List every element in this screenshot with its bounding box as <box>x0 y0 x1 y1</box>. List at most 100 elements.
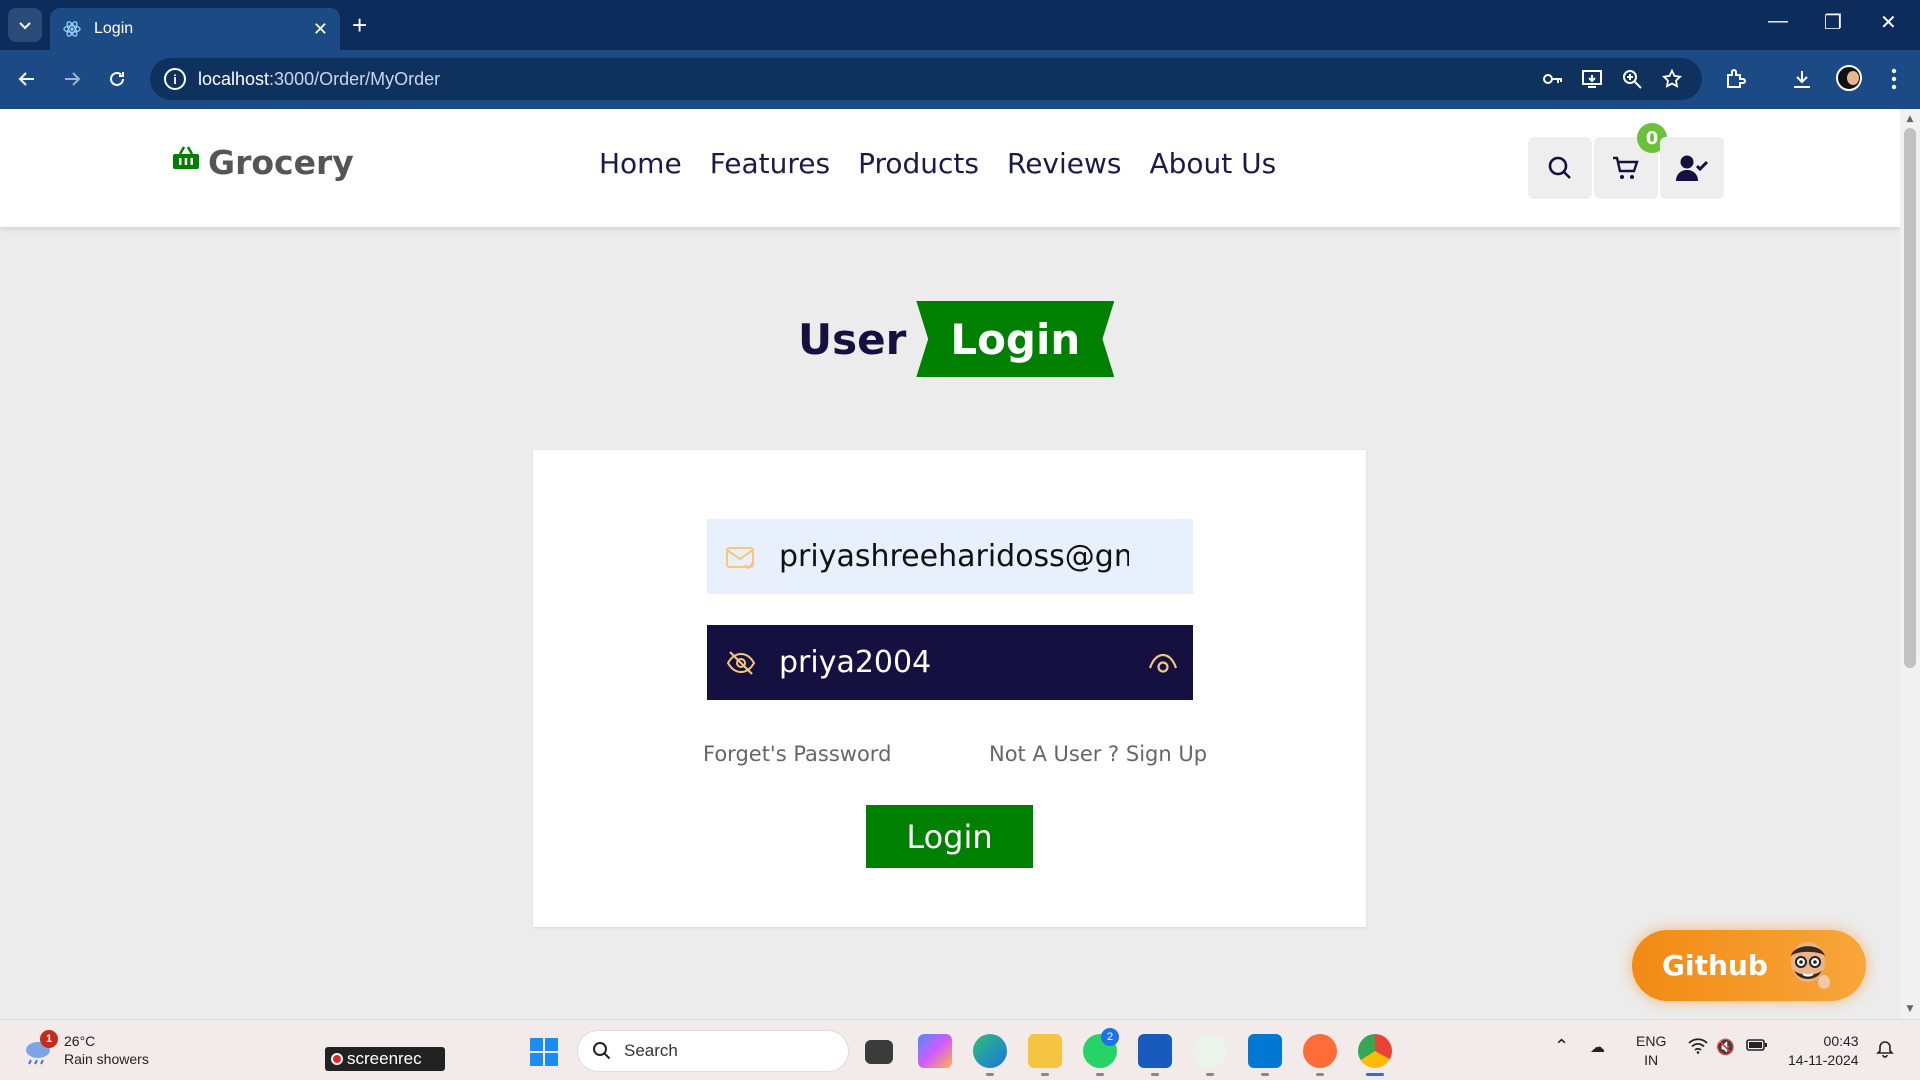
password-field[interactable]: priya2004 <box>707 625 1193 700</box>
tab-close-icon[interactable]: ✕ <box>313 19 328 40</box>
signup-link[interactable]: Not A User ? Sign Up <box>989 742 1207 766</box>
nav-about-us[interactable]: About Us <box>1150 147 1277 180</box>
onedrive-icon[interactable]: ☁ <box>1590 1038 1605 1056</box>
taskbar-running-indicator <box>1041 1073 1049 1076</box>
speaker-muted-icon[interactable]: 🔇 <box>1716 1038 1735 1056</box>
weather-widget[interactable]: 1 26°C Rain showers <box>22 1030 149 1068</box>
nav-products[interactable]: Products <box>858 147 979 180</box>
chrome-icon[interactable] <box>1358 1034 1392 1068</box>
heading-user: User <box>798 314 907 364</box>
install-app-icon[interactable] <box>1578 65 1606 93</box>
task-view-icon[interactable] <box>865 1040 893 1064</box>
battery-icon[interactable] <box>1746 1038 1768 1056</box>
minimize-icon[interactable]: — <box>1768 10 1788 33</box>
taskbar-running-indicator <box>1206 1073 1214 1076</box>
cart-icon <box>1613 156 1639 179</box>
vscode-icon[interactable] <box>1248 1034 1282 1068</box>
user-account-button[interactable] <box>1660 137 1724 199</box>
site-logo[interactable]: Grocery <box>172 143 354 182</box>
menu-dots-icon[interactable] <box>1880 65 1908 93</box>
arrow-left-icon <box>18 72 34 86</box>
file-explorer-icon[interactable] <box>1028 1034 1062 1068</box>
reload-icon <box>110 71 124 86</box>
taskbar-search-placeholder: Search <box>624 1041 678 1060</box>
search-icon <box>1548 156 1571 179</box>
logo-text: Grocery <box>208 143 354 182</box>
extensions-icon[interactable] <box>1722 65 1750 93</box>
bookmark-star-icon[interactable] <box>1658 65 1686 93</box>
language-indicator[interactable]: ENG IN <box>1636 1032 1666 1070</box>
nav-features[interactable]: Features <box>710 147 830 180</box>
address-bar[interactable]: i localhost:3000/Order/MyOrder <box>150 58 1702 100</box>
forward-button[interactable] <box>57 64 87 94</box>
windows-start-icon[interactable] <box>530 1038 558 1066</box>
login-button[interactable]: Login <box>866 805 1033 868</box>
password-key-icon[interactable] <box>1538 65 1566 93</box>
login-card: priyashreeharidoss@gmail.com priya2004 F… <box>533 450 1366 927</box>
nav-reviews[interactable]: Reviews <box>1007 147 1122 180</box>
heading-login-ribbon: Login <box>916 301 1115 377</box>
profile-avatar[interactable] <box>1836 65 1862 91</box>
clock-time: 00:43 <box>1823 1033 1859 1049</box>
record-dot-icon <box>331 1053 343 1065</box>
windows-taskbar: 1 26°C Rain showers screenrec Search 2 ⌃… <box>0 1019 1920 1080</box>
system-clock[interactable]: 00:43 14-11-2024 <box>1788 1032 1859 1070</box>
taskbar-running-indicator <box>1316 1073 1324 1076</box>
postman-icon[interactable] <box>1303 1034 1337 1068</box>
nav-home[interactable]: Home <box>599 147 682 180</box>
whatsapp-badge: 2 <box>1101 1028 1119 1046</box>
taskbar-running-indicator <box>1151 1073 1159 1076</box>
close-icon[interactable]: ✕ <box>1880 10 1897 35</box>
downloads-icon[interactable] <box>1788 65 1816 93</box>
show-hidden-icons-chevron-icon[interactable]: ⌃ <box>1554 1036 1569 1057</box>
zoom-icon[interactable] <box>1618 65 1646 93</box>
email-value: priyashreeharidoss@gmail.com <box>779 539 1129 574</box>
arrow-right-icon <box>65 72 81 86</box>
restore-icon[interactable]: ❐ <box>1824 10 1842 35</box>
site-info-icon[interactable]: i <box>164 68 186 90</box>
reload-button[interactable] <box>102 64 132 94</box>
taskbar-running-indicator <box>1261 1073 1269 1076</box>
forgot-password-link[interactable]: Forget's Password <box>703 742 891 766</box>
show-password-eye-icon[interactable] <box>1147 646 1179 678</box>
weather-temp: 26°C <box>64 1033 96 1049</box>
mongodb-compass-icon[interactable] <box>1193 1034 1227 1068</box>
scroll-down-icon[interactable]: ▼ <box>1904 1004 1916 1014</box>
github-label: Github <box>1662 949 1768 982</box>
weather-badge: 1 <box>40 1030 58 1048</box>
scroll-up-icon[interactable]: ▲ <box>1904 114 1916 124</box>
lang-bottom: IN <box>1644 1052 1659 1068</box>
email-field[interactable]: priyashreeharidoss@gmail.com <box>707 519 1193 594</box>
chevron-down-icon <box>19 22 31 30</box>
search-button[interactable] <box>1528 137 1592 199</box>
user-check-icon <box>1676 155 1708 181</box>
page-viewport: Grocery Home Features Products Reviews A… <box>0 109 1900 1019</box>
taskbar-search[interactable]: Search <box>577 1030 849 1072</box>
lang-top: ENG <box>1636 1033 1667 1049</box>
browser-toolbar: i localhost:3000/Order/MyOrder <box>0 50 1920 109</box>
password-value: priya2004 <box>779 645 932 680</box>
tab-title: Login <box>94 20 134 37</box>
copilot-icon[interactable] <box>918 1034 952 1068</box>
word-icon[interactable] <box>1138 1034 1172 1068</box>
screenrec-label: screenrec <box>347 1049 422 1068</box>
back-button[interactable] <box>12 64 42 94</box>
scrollbar-thumb[interactable] <box>1904 128 1916 668</box>
weather-desc: Rain showers <box>64 1051 149 1067</box>
react-icon <box>63 21 81 37</box>
screenrec-widget[interactable]: screenrec <box>325 1047 445 1071</box>
browser-tab-login[interactable]: Login ✕ <box>50 8 340 50</box>
rain-cloud-icon: 1 <box>22 1030 58 1066</box>
url-path: :3000/Order/MyOrder <box>269 68 441 89</box>
github-floating-button[interactable]: Github <box>1632 930 1866 1001</box>
url-host: localhost <box>198 68 270 89</box>
tab-search-button[interactable] <box>8 8 42 42</box>
new-tab-button[interactable]: + <box>352 12 367 38</box>
notifications-bell-icon[interactable] <box>1876 1040 1894 1062</box>
search-icon <box>593 1042 611 1060</box>
wifi-icon[interactable] <box>1688 1038 1708 1058</box>
browser-tab-strip: Login ✕ + — ❐ ✕ <box>0 0 1920 50</box>
edge-browser-icon[interactable] <box>973 1034 1007 1068</box>
main-nav: Home Features Products Reviews About Us <box>599 147 1276 180</box>
taskbar-active-indicator <box>1366 1073 1384 1076</box>
